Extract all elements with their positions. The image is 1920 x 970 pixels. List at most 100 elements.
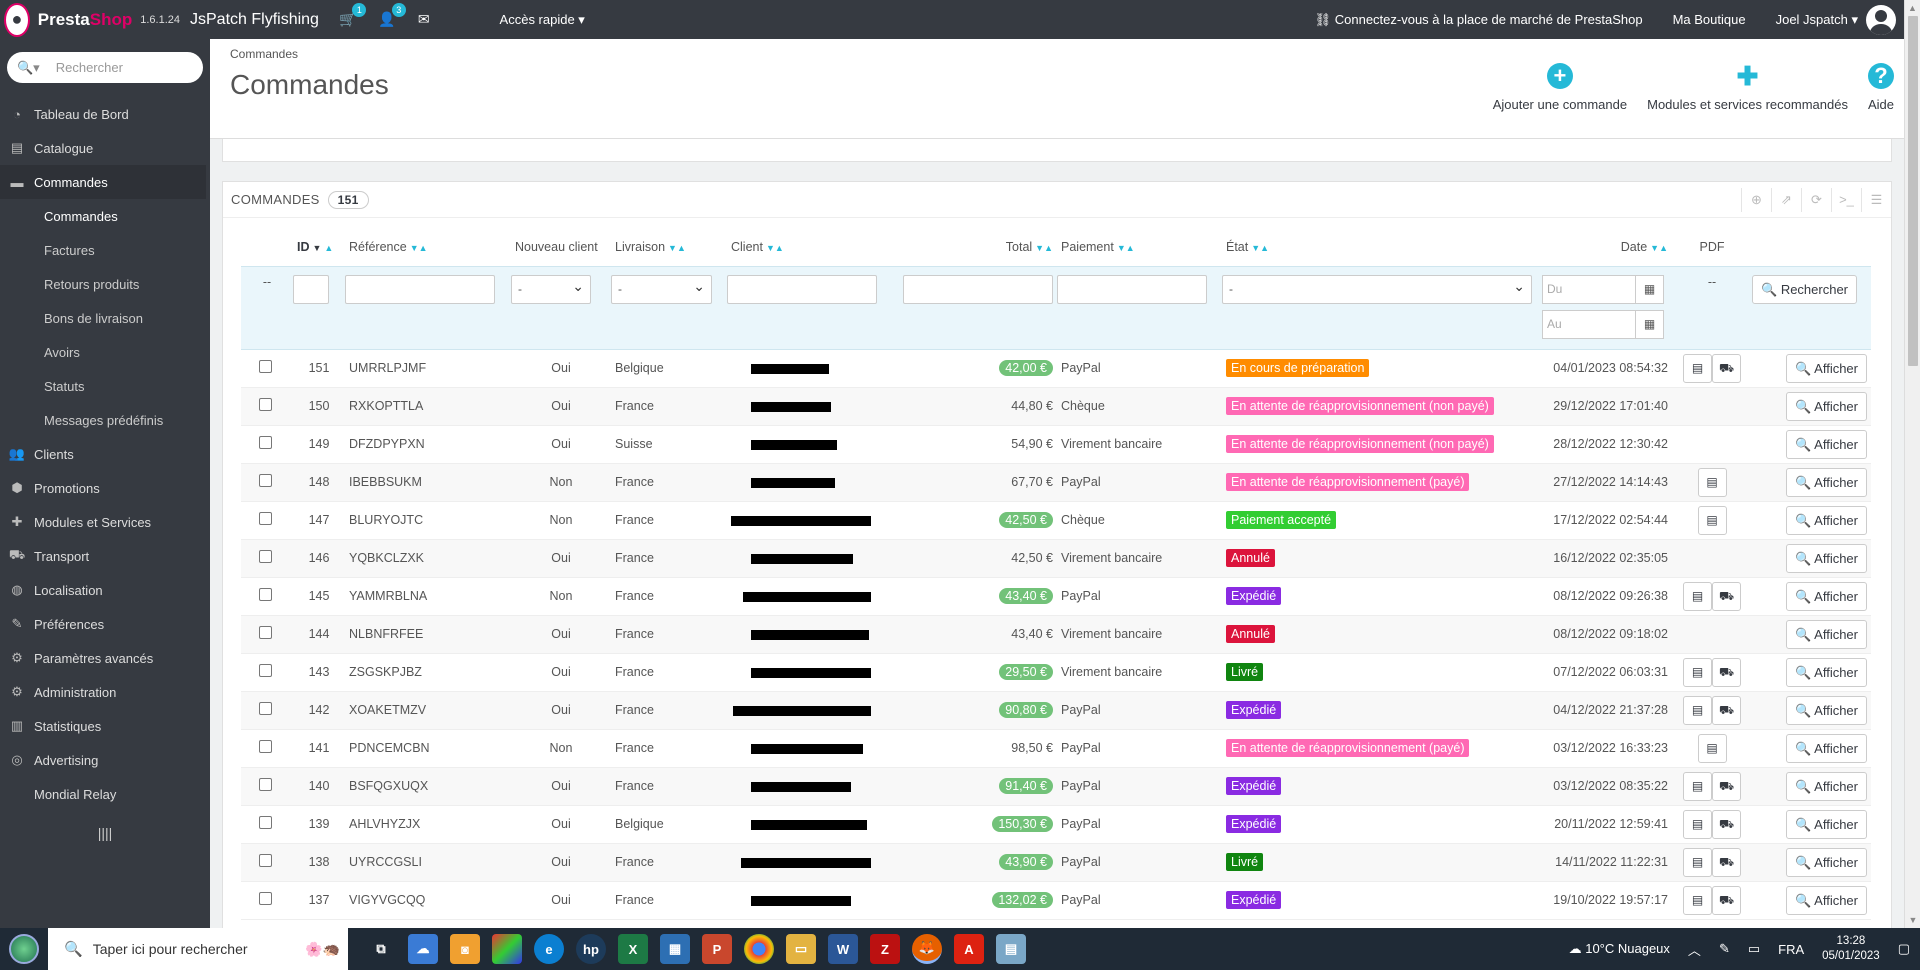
row-checkbox[interactable] bbox=[259, 892, 272, 905]
firefox-icon[interactable]: 🦊 bbox=[912, 934, 942, 964]
submenu-item[interactable]: Statuts bbox=[0, 369, 210, 403]
cloud-app-icon[interactable]: ☁ bbox=[408, 934, 438, 964]
row-checkbox[interactable] bbox=[259, 702, 272, 715]
invoice-pdf-icon[interactable]: ▤ bbox=[1697, 467, 1727, 497]
sidebar-item-catalogue[interactable]: ▤ Catalogue bbox=[0, 131, 210, 165]
submenu-item[interactable]: Factures bbox=[0, 233, 210, 267]
scroll-down-arrow[interactable]: ▼ bbox=[1905, 912, 1920, 928]
table-row[interactable]: 141 PDNCEMCBN Non France 98,50 € PayPal En att… bbox=[241, 729, 1871, 767]
sidebar-item-commandes[interactable]: ▬ Commandes bbox=[0, 165, 210, 199]
add-order-button[interactable]: + Ajouter une commande bbox=[1483, 61, 1637, 112]
sidebar-item-statistiques[interactable]: ▥ Statistiques bbox=[0, 709, 210, 743]
view-order-button[interactable]: 🔍 Afficher bbox=[1786, 733, 1867, 763]
chrome-icon[interactable] bbox=[744, 934, 774, 964]
col-payment[interactable]: Paiement ▼▲ bbox=[1057, 228, 1222, 266]
sql-query-icon[interactable]: >_ bbox=[1831, 188, 1861, 212]
file-explorer-icon[interactable]: ▭ bbox=[786, 934, 816, 964]
taskbar-search[interactable]: 🔍 Taper ici pour rechercher 🌸🦔 bbox=[48, 928, 348, 970]
submenu-item[interactable]: Retours produits bbox=[0, 267, 210, 301]
row-checkbox[interactable] bbox=[259, 778, 272, 791]
filezilla-icon[interactable]: Z bbox=[870, 934, 900, 964]
col-delivery[interactable]: Livraison ▼▲ bbox=[611, 228, 727, 266]
table-row[interactable]: 137 VIGYVGCQQ Oui France 132,02 € PayPal Expéd… bbox=[241, 881, 1871, 919]
collapse-menu-icon[interactable]: |||| bbox=[0, 825, 210, 841]
view-order-button[interactable]: 🔍 Afficher bbox=[1786, 581, 1867, 611]
view-order-button[interactable]: 🔍 Afficher bbox=[1786, 429, 1867, 459]
edge-browser-icon[interactable]: e bbox=[534, 934, 564, 964]
table-row[interactable]: 149 DFZDPYPXN Oui Suisse 54,90 € Virement ban… bbox=[241, 425, 1871, 463]
submenu-item[interactable]: Avoirs bbox=[0, 335, 210, 369]
table-row[interactable]: 148 IBEBBSUKM Non France 67,70 € PayPal En att… bbox=[241, 463, 1871, 501]
calendar-icon[interactable]: ▦ bbox=[1635, 310, 1663, 338]
pen-icon[interactable]: ✎ bbox=[1719, 941, 1730, 957]
invoice-pdf-icon[interactable]: ▤ bbox=[1683, 657, 1712, 687]
col-reference[interactable]: Référence ▼▲ bbox=[345, 228, 511, 266]
help-button[interactable]: ? Aide bbox=[1858, 61, 1904, 112]
delivery-truck-icon[interactable]: ⛟ bbox=[1712, 809, 1741, 839]
sidebar-item-pr-f-rences[interactable]: ✎ Préférences bbox=[0, 607, 210, 641]
sidebar-item-advertising[interactable]: ◎ Advertising bbox=[0, 743, 210, 777]
table-row[interactable]: 150 RXKOPTTLA Oui France 44,80 € Chèque En att… bbox=[241, 387, 1871, 425]
scroll-up-arrow[interactable]: ▲ bbox=[1905, 0, 1920, 16]
invoice-pdf-icon[interactable]: ▤ bbox=[1683, 847, 1712, 877]
filter-client-input[interactable] bbox=[727, 274, 877, 304]
tray-chevron-icon[interactable]: ︿ bbox=[1688, 940, 1701, 959]
filter-id-input[interactable] bbox=[293, 274, 329, 304]
col-id[interactable]: ID ▼ ▲ bbox=[293, 228, 345, 266]
prestashop-logo[interactable]: ● PrestaShop 1.6.1.24 bbox=[0, 0, 180, 39]
table-row[interactable]: 142 XOAKETMZV Oui France 90,80 € PayPal Expédi… bbox=[241, 691, 1871, 729]
notifications-icon[interactable]: ▢ bbox=[1898, 941, 1910, 957]
filter-date-from[interactable]: Du ▦ bbox=[1542, 274, 1664, 304]
row-checkbox[interactable] bbox=[259, 360, 272, 373]
delivery-truck-icon[interactable]: ⛟ bbox=[1712, 657, 1741, 687]
view-order-button[interactable]: 🔍 Afficher bbox=[1786, 809, 1867, 839]
export-icon[interactable]: ⇗ bbox=[1771, 188, 1801, 212]
row-checkbox[interactable] bbox=[259, 512, 272, 525]
view-order-button[interactable]: 🔍 Afficher bbox=[1786, 847, 1867, 877]
calendar-icon[interactable]: ▦ bbox=[1635, 275, 1663, 303]
recommended-modules-button[interactable]: ✚ Modules et services recommandés bbox=[1637, 61, 1858, 112]
clock[interactable]: 13:28 05/01/2023 bbox=[1822, 934, 1880, 964]
shop-name-link[interactable]: JsPatch Flyfishing bbox=[190, 11, 319, 29]
invoice-pdf-icon[interactable]: ▤ bbox=[1683, 581, 1712, 611]
table-row[interactable]: 145 YAMMRBLNA Non France 43,40 € PayPal Expédi… bbox=[241, 577, 1871, 615]
customer-notification-icon[interactable]: 👤 3 bbox=[378, 3, 406, 28]
filter-reference-input[interactable] bbox=[345, 274, 495, 304]
acrobat-icon[interactable]: A bbox=[954, 934, 984, 964]
delivery-truck-icon[interactable]: ⛟ bbox=[1712, 353, 1741, 383]
scrollbar-thumb[interactable] bbox=[1908, 16, 1918, 366]
user-menu[interactable]: Joel Jspatch ▾ bbox=[1776, 4, 1896, 35]
view-order-button[interactable]: 🔍 Afficher bbox=[1786, 505, 1867, 535]
calculator-icon[interactable]: ▦ bbox=[660, 934, 690, 964]
invoice-pdf-icon[interactable]: ▤ bbox=[1683, 809, 1712, 839]
message-envelope-icon[interactable]: ✉ bbox=[418, 11, 430, 28]
row-checkbox[interactable] bbox=[259, 474, 272, 487]
view-order-button[interactable]: 🔍 Afficher bbox=[1786, 391, 1867, 421]
sidebar-item-transport[interactable]: ⛟ Transport bbox=[0, 539, 210, 573]
view-order-button[interactable]: 🔍 Afficher bbox=[1786, 695, 1867, 725]
my-shop-link[interactable]: Ma Boutique bbox=[1673, 12, 1746, 27]
photos-app-icon[interactable] bbox=[492, 934, 522, 964]
invoice-pdf-icon[interactable]: ▤ bbox=[1683, 771, 1712, 801]
row-checkbox[interactable] bbox=[259, 664, 272, 677]
delivery-truck-icon[interactable]: ⛟ bbox=[1712, 847, 1741, 877]
breadcrumb[interactable]: Commandes bbox=[230, 47, 298, 61]
row-checkbox[interactable] bbox=[259, 854, 272, 867]
table-row[interactable]: 138 UYRCCGSLI Oui France 43,90 € PayPal Livré 1… bbox=[241, 843, 1871, 881]
database-icon[interactable]: ☰ bbox=[1861, 188, 1891, 212]
word-icon[interactable]: W bbox=[828, 934, 858, 964]
col-date[interactable]: Date ▼▲ bbox=[1542, 228, 1672, 266]
row-checkbox[interactable] bbox=[259, 740, 272, 753]
view-order-button[interactable]: 🔍 Afficher bbox=[1786, 657, 1867, 687]
view-order-button[interactable]: 🔍 Afficher bbox=[1786, 771, 1867, 801]
row-checkbox[interactable] bbox=[259, 626, 272, 639]
view-order-button[interactable]: 🔍 Afficher bbox=[1786, 619, 1867, 649]
excel-icon[interactable]: X bbox=[618, 934, 648, 964]
quick-access-menu[interactable]: Accès rapide ▾ bbox=[500, 12, 585, 28]
row-checkbox[interactable] bbox=[259, 550, 272, 563]
delivery-truck-icon[interactable]: ⛟ bbox=[1712, 695, 1741, 725]
notepad-icon[interactable]: ▤ bbox=[996, 934, 1026, 964]
view-order-button[interactable]: 🔍 Afficher bbox=[1786, 885, 1867, 915]
cart-notification-icon[interactable]: 🛒 1 bbox=[339, 3, 367, 28]
sidebar-item-localisation[interactable]: ◍ Localisation bbox=[0, 573, 210, 607]
